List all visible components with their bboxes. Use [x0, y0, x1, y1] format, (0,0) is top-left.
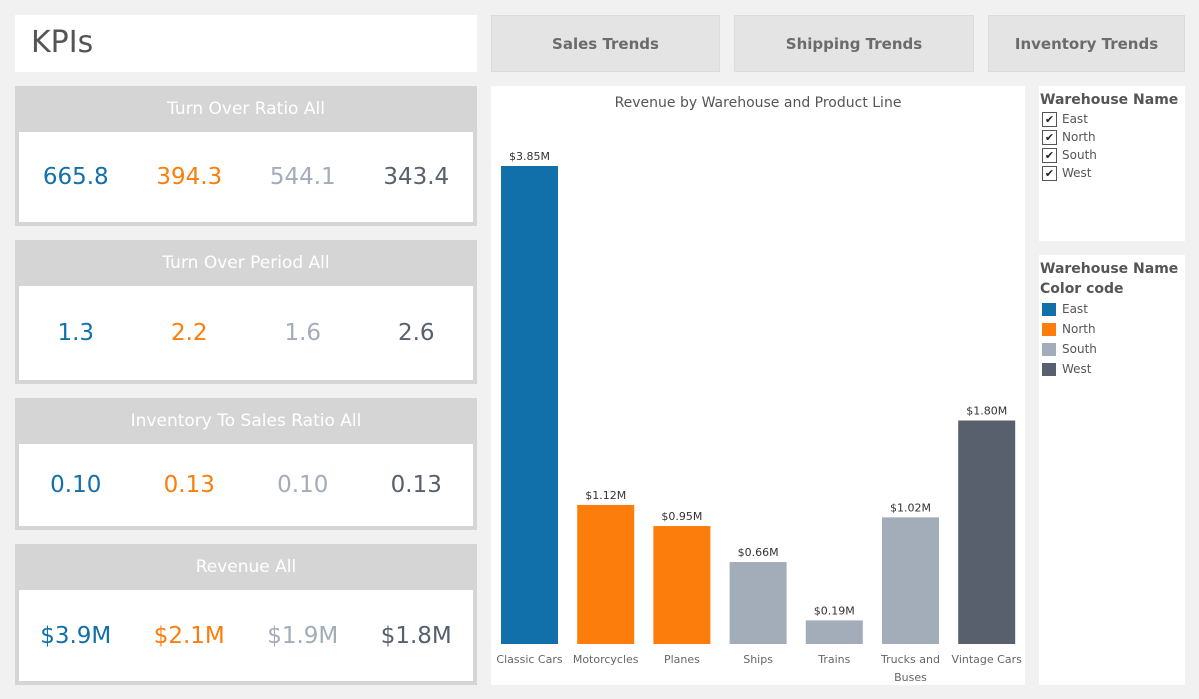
kpi-value-north: $2.1M: [153, 622, 225, 649]
kpi-values-row: 665.8 394.3 544.1 343.4: [19, 132, 473, 222]
page-title: KPIs: [31, 25, 94, 60]
legend-swatch: [1042, 302, 1056, 316]
filter-label: South: [1062, 148, 1097, 162]
dashboard-title-box: KPIs: [15, 15, 477, 72]
sales-trends-label: Sales Trends: [552, 34, 659, 53]
kpi-values-row: 0.10 0.13 0.10 0.13: [19, 444, 473, 526]
kpi-value-north: 0.13: [163, 472, 215, 498]
bar-value-label: $3.85M: [509, 150, 550, 163]
checkbox-icon[interactable]: ✔: [1042, 165, 1057, 181]
checkbox-icon[interactable]: ✔: [1042, 111, 1057, 127]
legend-item-south: South: [1039, 339, 1185, 359]
revenue-chart-panel: Revenue by Warehouse and Product Line $3…: [491, 86, 1025, 685]
filter-label: East: [1062, 112, 1088, 126]
kpi-card-title: Turn Over Period All: [162, 253, 330, 273]
kpi-card-turnover-ratio: Turn Over Ratio All 665.8 394.3 544.1 34…: [15, 86, 477, 226]
kpi-value-west: 0.13: [390, 472, 442, 498]
kpi-card-title: Inventory To Sales Ratio All: [130, 411, 362, 431]
inventory-trends-label: Inventory Trends: [1014, 34, 1159, 53]
legend-swatch: [1042, 322, 1056, 336]
checkbox-icon[interactable]: ✔: [1042, 147, 1057, 163]
bar-trucks-and-buses[interactable]: [882, 517, 939, 644]
legend-label: East: [1062, 302, 1088, 316]
x-tick-label: Motorcycles: [573, 653, 639, 666]
filter-item-north[interactable]: ✔ North: [1039, 128, 1185, 146]
shipping-trends-label: Shipping Trends: [785, 34, 923, 53]
filter-item-south[interactable]: ✔ South: [1039, 146, 1185, 164]
filter-item-west[interactable]: ✔ West: [1039, 164, 1185, 182]
bar-value-label: $0.66M: [738, 546, 779, 559]
filter-title: Warehouse Name: [1040, 92, 1179, 108]
kpi-card-title: Turn Over Ratio All: [167, 99, 325, 119]
legend-label: North: [1062, 322, 1096, 336]
sales-trends-button[interactable]: Sales Trends: [491, 15, 720, 72]
kpi-card-inventory-sales-ratio: Inventory To Sales Ratio All 0.10 0.13 0…: [15, 398, 477, 530]
legend-title: Warehouse Name: [1040, 261, 1179, 277]
kpi-value-south: 1.6: [284, 320, 322, 346]
kpi-value-east: 1.3: [57, 320, 95, 346]
legend-label: West: [1062, 362, 1092, 376]
kpi-card-title: Revenue All: [195, 557, 297, 577]
x-tick-label: Buses: [894, 671, 927, 684]
bar-planes[interactable]: [653, 526, 711, 644]
warehouse-filter-panel: Warehouse Name ✔ East ✔ North ✔ South ✔ …: [1039, 86, 1185, 241]
x-tick-label: Vintage Cars: [952, 653, 1023, 666]
bar-trains[interactable]: [805, 620, 863, 644]
kpi-value-south: 0.10: [277, 472, 329, 498]
kpi-value-south: 544.1: [269, 164, 336, 190]
kpi-values-row: 1.3 2.2 1.6 2.6: [19, 286, 473, 380]
x-tick-label: Trains: [817, 653, 850, 666]
x-tick-label: Classic Cars: [496, 653, 562, 666]
kpi-value-west: 343.4: [383, 164, 450, 190]
kpi-value-east: 665.8: [42, 164, 109, 190]
legend-label: South: [1062, 342, 1097, 356]
bar-value-label: $1.80M: [966, 405, 1007, 418]
legend-subtitle: Color code: [1040, 281, 1124, 297]
kpi-value-east: $3.9M: [40, 622, 112, 649]
checkbox-icon[interactable]: ✔: [1042, 129, 1057, 145]
bar-vintage-cars[interactable]: [958, 420, 1016, 644]
legend-item-north: North: [1039, 319, 1185, 339]
shipping-trends-button[interactable]: Shipping Trends: [734, 15, 974, 72]
kpi-value-north: 2.2: [170, 320, 208, 346]
filter-item-east[interactable]: ✔ East: [1039, 110, 1185, 128]
kpi-card-turnover-period: Turn Over Period All 1.3 2.2 1.6 2.6: [15, 240, 477, 384]
kpi-value-south: $1.9M: [267, 622, 339, 649]
kpi-value-north: 394.3: [156, 164, 223, 190]
kpi-value-west: $1.8M: [380, 622, 452, 649]
kpi-values-row: $3.9M $2.1M $1.9M $1.8M: [19, 590, 473, 681]
bar-value-label: $0.95M: [661, 510, 702, 523]
bar-value-label: $1.12M: [585, 489, 626, 502]
kpi-value-east: 0.10: [50, 472, 102, 498]
kpi-card-revenue: Revenue All $3.9M $2.1M $1.9M $1.8M: [15, 544, 477, 685]
bar-value-label: $1.02M: [890, 501, 931, 514]
legend-item-west: West: [1039, 359, 1185, 379]
legend-swatch: [1042, 342, 1056, 356]
x-tick-label: Trucks and: [880, 653, 940, 666]
bar-motorcycles[interactable]: [577, 504, 635, 644]
revenue-bar-chart: $3.85M Classic Cars $1.12M Motorcycles $0.95…: [496, 150, 1023, 684]
legend-swatch: [1042, 362, 1056, 376]
bar-ships[interactable]: [729, 562, 787, 644]
filter-label: West: [1062, 166, 1092, 180]
kpi-value-west: 2.6: [397, 320, 435, 346]
bar-value-label: $0.19M: [814, 604, 855, 617]
x-tick-label: Planes: [664, 653, 700, 666]
legend-item-east: East: [1039, 299, 1185, 319]
filter-label: North: [1062, 130, 1096, 144]
x-tick-label: Ships: [743, 653, 773, 666]
bar-classic-cars[interactable]: [501, 166, 558, 644]
inventory-trends-button[interactable]: Inventory Trends: [988, 15, 1185, 72]
color-legend-panel: Warehouse Name Color code East North Sou…: [1039, 255, 1185, 685]
